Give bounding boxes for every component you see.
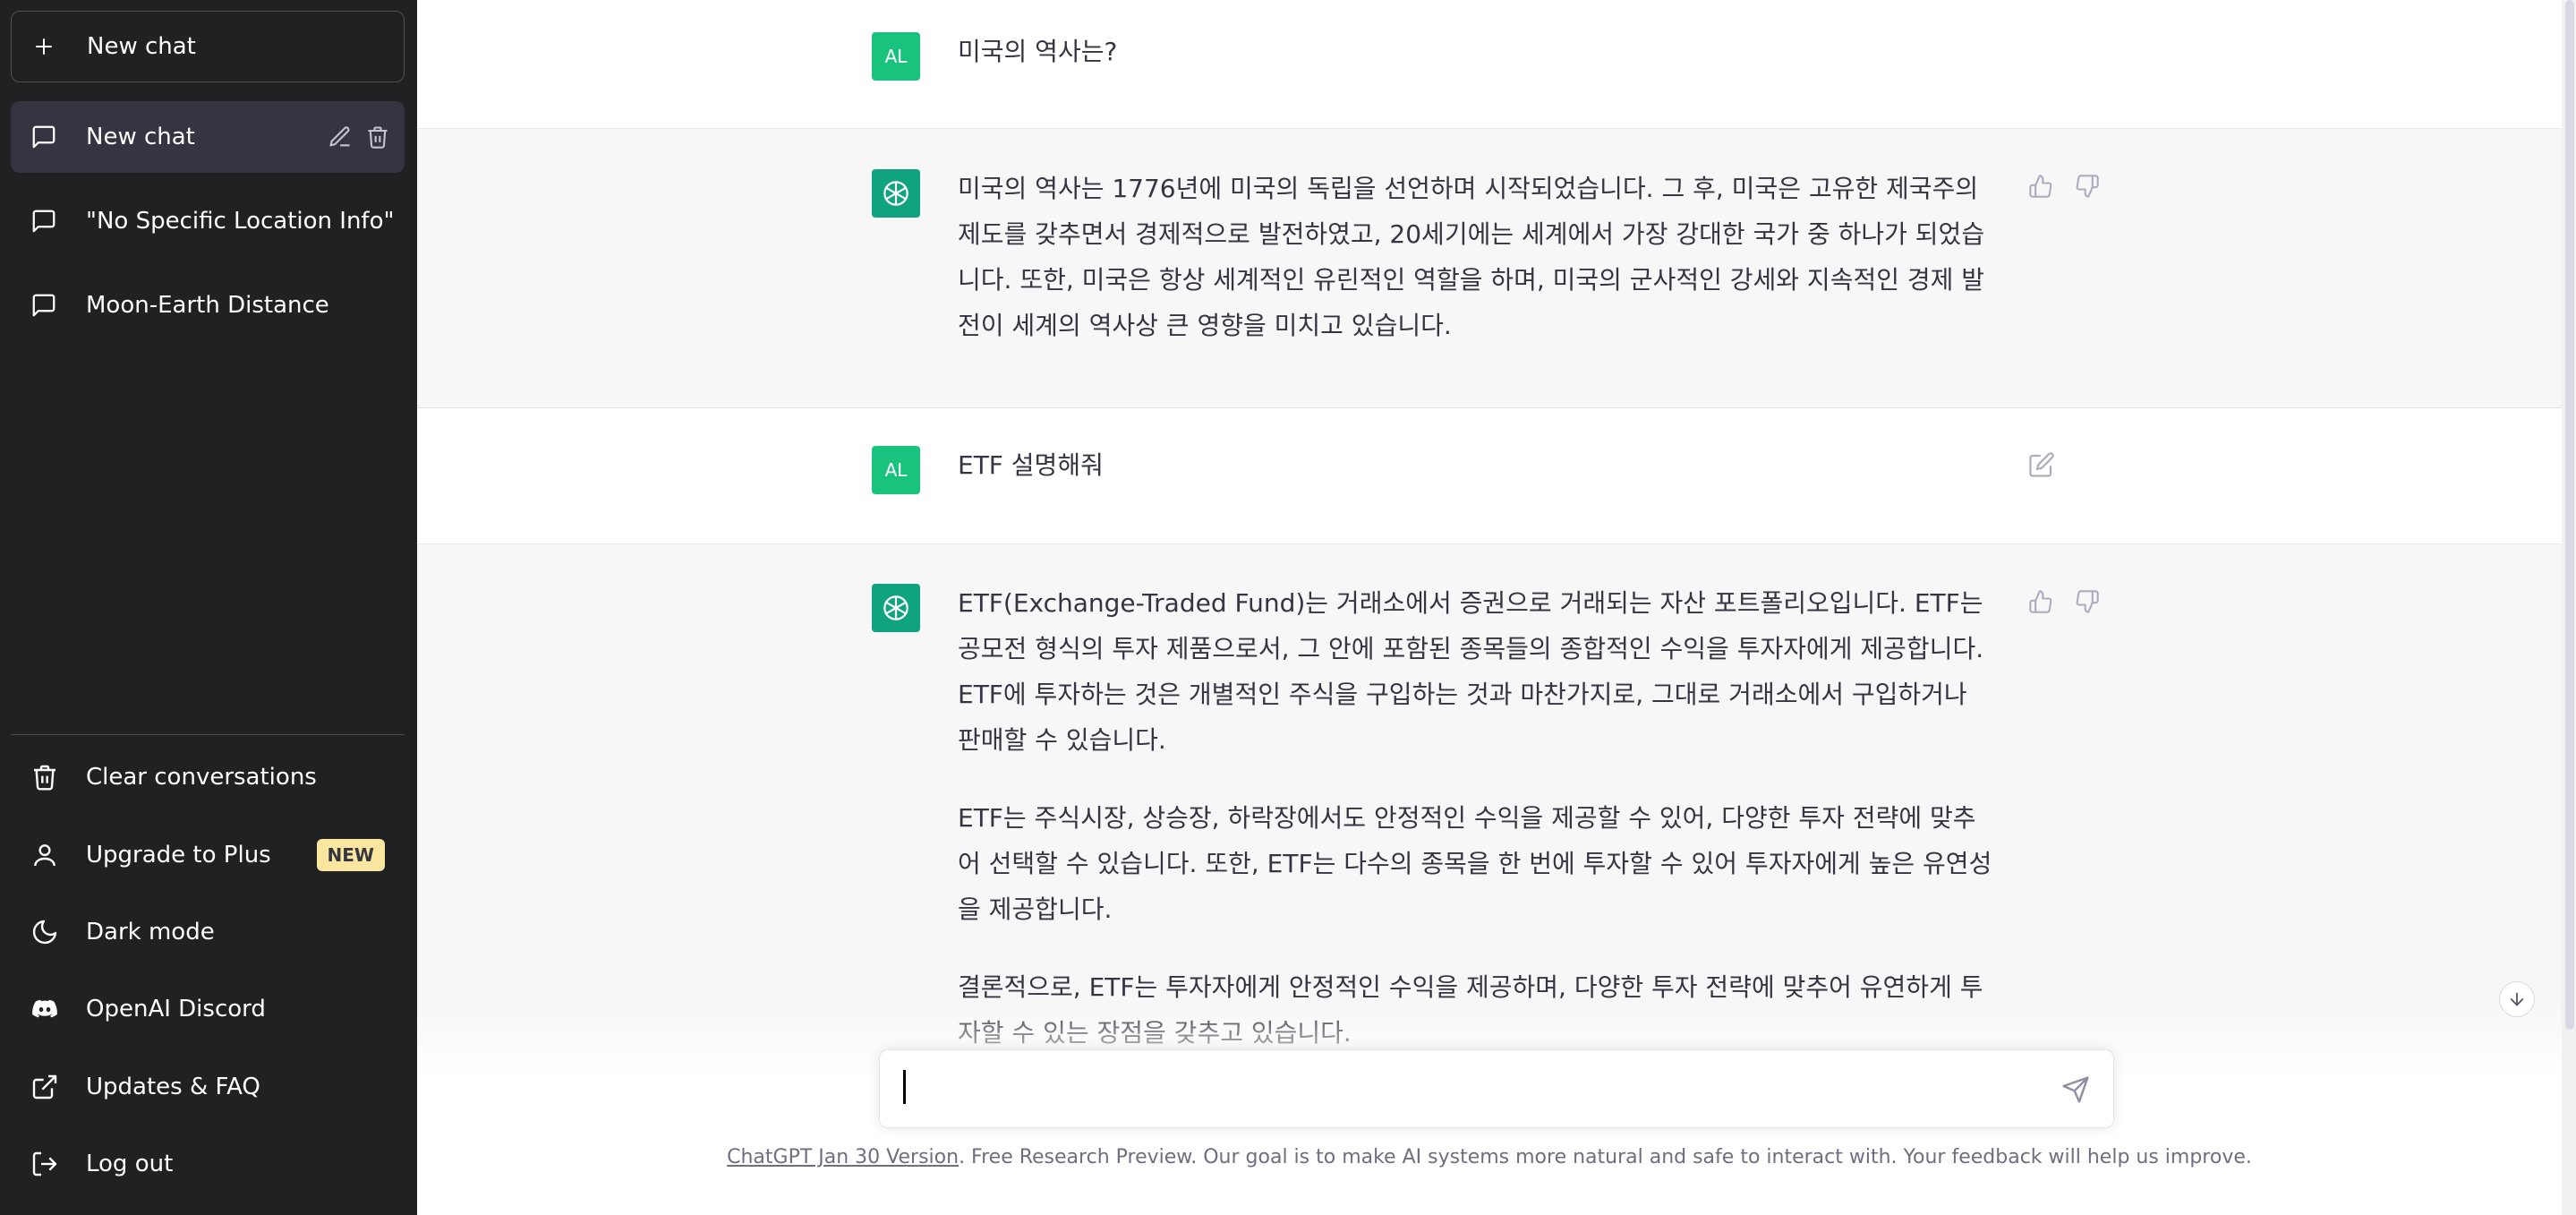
conversation-item[interactable]: Moon-Earth Distance <box>11 270 405 341</box>
openai-logo-avatar <box>872 169 920 218</box>
openai-logo-icon <box>883 181 908 206</box>
updates-faq-link[interactable]: Updates & FAQ <box>11 1051 405 1123</box>
message-text: 미국의 역사는 1776년에 미국의 독립을 선언하며 시작되었습니다. 그 후… <box>958 166 1996 348</box>
menu-label: Clear conversations <box>86 764 317 791</box>
feedback-buttons <box>2028 174 2100 199</box>
assistant-message: 미국의 역사는 1776년에 미국의 독립을 선언하며 시작되었습니다. 그 후… <box>417 129 2562 408</box>
thumbs-down-icon[interactable] <box>2075 174 2100 199</box>
conversation-title: Moon-Earth Distance <box>86 292 329 319</box>
openai-discord-link[interactable]: OpenAI Discord <box>11 973 405 1045</box>
chat-bubble-icon <box>32 294 55 317</box>
edit-icon <box>2029 452 2054 477</box>
trash-icon <box>34 765 55 791</box>
conversation-title: "No Specific Location Info" <box>86 208 395 235</box>
new-badge: NEW <box>316 839 385 871</box>
trash-icon[interactable] <box>365 124 390 150</box>
message-input-box <box>879 1049 2114 1128</box>
dark-mode-button[interactable]: Dark mode <box>11 896 405 968</box>
version-link[interactable]: ChatGPT Jan 30 Version <box>727 1146 959 1168</box>
conversation-item[interactable]: "No Specific Location Info" <box>11 185 405 257</box>
menu-label: Updates & FAQ <box>86 1074 260 1100</box>
footer-text: . Free Research Preview. Our goal is to … <box>959 1146 2252 1168</box>
external-link-icon <box>32 1074 57 1099</box>
menu-label: Upgrade to Plus <box>86 842 271 868</box>
user-message: AL ETF 설명해줘 <box>417 408 2562 544</box>
pencil-icon[interactable] <box>328 124 353 150</box>
feedback-buttons <box>2028 589 2100 614</box>
scroll-to-bottom-button[interactable] <box>2499 981 2535 1017</box>
arrow-down-icon <box>2510 992 2524 1006</box>
chat-bubble-icon <box>32 125 55 149</box>
message-text: ETF 설명해줘 <box>958 450 1104 480</box>
send-button[interactable] <box>2061 1075 2090 1108</box>
logout-icon <box>32 1151 57 1176</box>
edit-message-button[interactable] <box>2028 451 2055 482</box>
message-text: 미국의 역사는? <box>958 37 1118 66</box>
chat-area: AL 미국의 역사는? 미국의 역사는 1776년에 미국의 독립을 선언하며 … <box>417 0 2576 1215</box>
thumbs-up-icon[interactable] <box>2028 589 2053 614</box>
log-out-button[interactable]: Log out <box>11 1128 405 1200</box>
conversation-item[interactable]: New chat <box>11 101 405 173</box>
clear-conversations-button[interactable]: Clear conversations <box>11 741 405 813</box>
thumbs-down-icon[interactable] <box>2075 589 2100 614</box>
sidebar: New chat New chat "No Specific Location … <box>0 0 417 1215</box>
new-chat-label: New chat <box>87 33 196 60</box>
send-icon <box>2062 1076 2089 1103</box>
user-message: AL 미국의 역사는? <box>417 0 2562 129</box>
plus-icon <box>33 36 55 57</box>
menu-label: Log out <box>86 1151 174 1177</box>
footer-note: ChatGPT Jan 30 Version. Free Research Pr… <box>417 1146 2562 1168</box>
conversation-title: New chat <box>86 124 195 150</box>
message-paragraph: ETF(Exchange-Traded Fund)는 거래소에서 증권으로 거래… <box>958 588 1984 755</box>
message-input[interactable] <box>901 1070 2029 1109</box>
message-paragraph: 미국의 역사는 1776년에 미국의 독립을 선언하며 시작되었습니다. 그 후… <box>958 174 1985 340</box>
sidebar-divider <box>11 734 405 735</box>
discord-icon <box>32 999 57 1018</box>
openai-logo-avatar <box>872 584 920 632</box>
moon-icon <box>32 920 57 945</box>
user-icon <box>34 844 55 867</box>
menu-label: Dark mode <box>86 919 215 945</box>
menu-label: OpenAI Discord <box>86 996 266 1022</box>
openai-logo-icon <box>883 595 908 620</box>
user-avatar: AL <box>872 32 920 81</box>
message-paragraph: ETF는 주식시장, 상승장, 하락장에서도 안정적인 수익을 제공할 수 있어… <box>958 803 1992 924</box>
thumbs-up-icon[interactable] <box>2028 174 2053 199</box>
chat-bubble-icon <box>32 210 55 233</box>
upgrade-to-plus-button[interactable]: Upgrade to Plus NEW <box>11 819 405 891</box>
user-avatar: AL <box>872 446 920 494</box>
new-chat-button[interactable]: New chat <box>11 11 405 82</box>
message-text: ETF(Exchange-Traded Fund)는 거래소에서 증권으로 거래… <box>958 580 1996 1056</box>
scrollbar-thumb[interactable] <box>2565 0 2574 1030</box>
